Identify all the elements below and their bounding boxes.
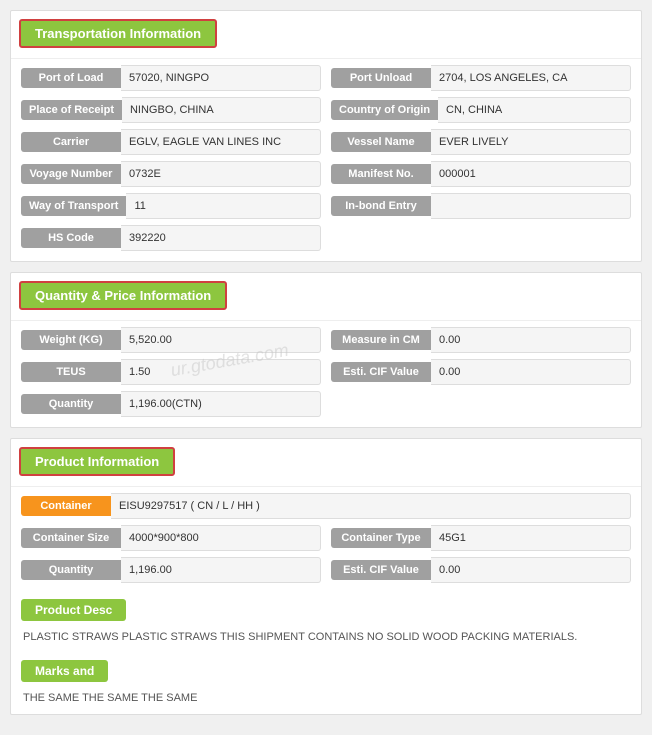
field-label-container-size: Container Size xyxy=(21,528,121,548)
quantity-section: Quantity & Price Information Weight (KG)… xyxy=(10,272,642,428)
transportation-fields: Port of Load 57020, NINGPO Port Unload 2… xyxy=(11,59,641,261)
field-label-quantity-product: Quantity xyxy=(21,560,121,580)
field-hs-code: HS Code 392220 xyxy=(21,225,321,251)
field-label-voyage-number: Voyage Number xyxy=(21,164,121,184)
field-place-of-receipt: Place of Receipt NINGBO, CHINA xyxy=(21,97,321,123)
field-label-teus: TEUS xyxy=(21,362,121,382)
field-value-vessel-name: EVER LIVELY xyxy=(431,129,631,155)
field-carrier: Carrier EGLV, EAGLE VAN LINES INC xyxy=(21,129,321,155)
field-label-way-of-transport: Way of Transport xyxy=(21,196,126,216)
field-value-country-of-origin: CN, CHINA xyxy=(438,97,631,123)
field-container-size: Container Size 4000*900*800 xyxy=(21,525,321,551)
transportation-section: Transportation Information Port of Load … xyxy=(10,10,642,262)
field-inbond-entry: In-bond Entry xyxy=(331,193,631,219)
field-esti-cif-value-qty: Esti. CIF Value 0.00 xyxy=(331,359,631,385)
field-value-esti-cif-value-product: 0.00 xyxy=(431,557,631,583)
field-transport-empty xyxy=(331,225,631,251)
field-value-teus: 1.50 xyxy=(121,359,321,385)
field-value-container-size: 4000*900*800 xyxy=(121,525,321,551)
field-value-container-type: 45G1 xyxy=(431,525,631,551)
field-label-esti-cif-value-qty: Esti. CIF Value xyxy=(331,362,431,382)
field-country-of-origin: Country of Origin CN, CHINA xyxy=(331,97,631,123)
field-value-weight: 5,520.00 xyxy=(121,327,321,353)
field-label-hs-code: HS Code xyxy=(21,228,121,248)
transportation-header-wrapper: Transportation Information xyxy=(11,11,641,59)
field-label-container-type: Container Type xyxy=(331,528,431,548)
field-container: Container EISU9297517 ( CN / L / HH ) xyxy=(21,493,631,519)
field-value-port-of-load: 57020, NINGPO xyxy=(121,65,321,91)
field-teus: TEUS 1.50 xyxy=(21,359,321,385)
field-value-voyage-number: 0732E xyxy=(121,161,321,187)
field-value-inbond-entry xyxy=(431,193,631,219)
field-label-country-of-origin: Country of Origin xyxy=(331,100,438,120)
field-qty-empty xyxy=(331,391,631,417)
field-value-port-unload: 2704, LOS ANGELES, CA xyxy=(431,65,631,91)
field-value-quantity-qty: 1,196.00(CTN) xyxy=(121,391,321,417)
product-header-wrapper: Product Information xyxy=(11,439,641,487)
field-voyage-number: Voyage Number 0732E xyxy=(21,161,321,187)
field-way-of-transport: Way of Transport 11 xyxy=(21,193,321,219)
field-weight: Weight (KG) 5,520.00 xyxy=(21,327,321,353)
transportation-header: Transportation Information xyxy=(19,19,217,48)
product-desc-section: Product Desc PLASTIC STRAWS PLASTIC STRA… xyxy=(11,593,641,654)
field-label-port-of-load: Port of Load xyxy=(21,68,121,88)
field-value-way-of-transport: 11 xyxy=(126,193,321,219)
field-measure-in-cm: Measure in CM 0.00 xyxy=(331,327,631,353)
quantity-header: Quantity & Price Information xyxy=(19,281,227,310)
field-label-inbond-entry: In-bond Entry xyxy=(331,196,431,216)
field-quantity-qty: Quantity 1,196.00(CTN) xyxy=(21,391,321,417)
field-label-container: Container xyxy=(21,496,111,516)
field-value-manifest-no: 000001 xyxy=(431,161,631,187)
field-label-quantity-qty: Quantity xyxy=(21,394,121,414)
quantity-fields: Weight (KG) 5,520.00 Measure in CM 0.00 … xyxy=(11,321,641,427)
field-container-type: Container Type 45G1 xyxy=(331,525,631,551)
product-header: Product Information xyxy=(19,447,175,476)
field-vessel-name: Vessel Name EVER LIVELY xyxy=(331,129,631,155)
product-section: Product Information Container EISU929751… xyxy=(10,438,642,715)
marks-section: Marks and THE SAME THE SAME THE SAME xyxy=(11,654,641,715)
field-value-measure-in-cm: 0.00 xyxy=(431,327,631,353)
field-label-measure-in-cm: Measure in CM xyxy=(331,330,431,350)
field-label-esti-cif-value-product: Esti. CIF Value xyxy=(331,560,431,580)
field-label-carrier: Carrier xyxy=(21,132,121,152)
marks-button[interactable]: Marks and xyxy=(21,660,108,682)
field-esti-cif-value-product: Esti. CIF Value 0.00 xyxy=(331,557,631,583)
product-desc-text: PLASTIC STRAWS PLASTIC STRAWS THIS SHIPM… xyxy=(11,625,641,654)
field-label-weight: Weight (KG) xyxy=(21,330,121,350)
container-row-wrapper: Container EISU9297517 ( CN / L / HH ) xyxy=(11,487,641,523)
field-port-unload: Port Unload 2704, LOS ANGELES, CA xyxy=(331,65,631,91)
field-manifest-no: Manifest No. 000001 xyxy=(331,161,631,187)
product-fields: Container Size 4000*900*800 Container Ty… xyxy=(11,523,641,593)
field-value-quantity-product: 1,196.00 xyxy=(121,557,321,583)
field-port-of-load: Port of Load 57020, NINGPO xyxy=(21,65,321,91)
field-label-vessel-name: Vessel Name xyxy=(331,132,431,152)
quantity-header-wrapper: Quantity & Price Information xyxy=(11,273,641,321)
field-quantity-product: Quantity 1,196.00 xyxy=(21,557,321,583)
field-value-container: EISU9297517 ( CN / L / HH ) xyxy=(111,493,631,519)
marks-text: THE SAME THE SAME THE SAME xyxy=(11,686,641,715)
field-label-port-unload: Port Unload xyxy=(331,68,431,88)
field-label-manifest-no: Manifest No. xyxy=(331,164,431,184)
field-label-place-of-receipt: Place of Receipt xyxy=(21,100,122,120)
field-value-place-of-receipt: NINGBO, CHINA xyxy=(122,97,321,123)
product-desc-button[interactable]: Product Desc xyxy=(21,599,126,621)
field-value-hs-code: 392220 xyxy=(121,225,321,251)
field-value-carrier: EGLV, EAGLE VAN LINES INC xyxy=(121,129,321,155)
field-value-esti-cif-value-qty: 0.00 xyxy=(431,359,631,385)
